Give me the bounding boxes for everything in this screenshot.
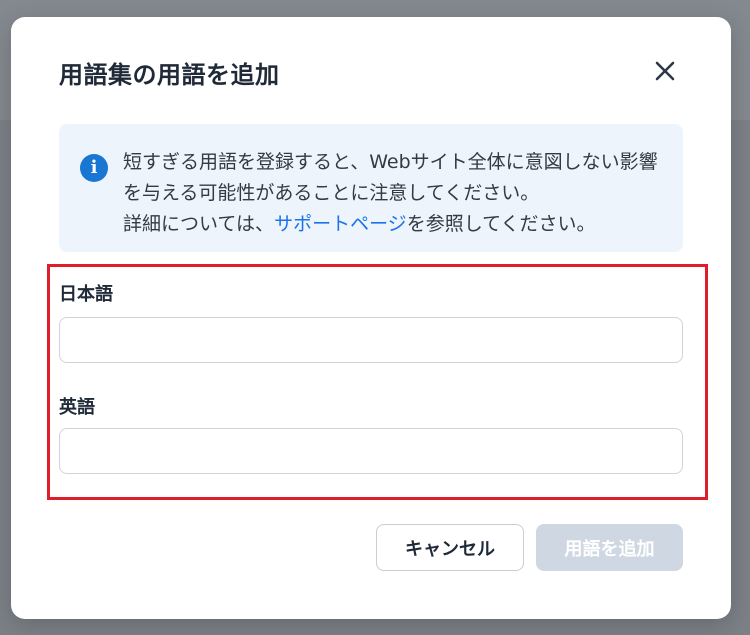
- info-notice-text-tail: を参照してください。: [406, 213, 596, 235]
- info-notice-text: 短すぎる用語を登録すると、Webサイト全体に意図しない影響を与える可能性があるこ…: [123, 147, 659, 240]
- close-icon: [655, 61, 675, 81]
- english-field-label: 英語: [59, 397, 95, 418]
- support-page-link[interactable]: サポートページ: [274, 213, 407, 235]
- close-button[interactable]: [649, 55, 681, 87]
- cancel-button[interactable]: キャンセル: [376, 524, 524, 571]
- english-term-input[interactable]: [59, 428, 683, 474]
- add-term-button[interactable]: 用語を追加: [536, 524, 683, 571]
- japanese-term-input[interactable]: [59, 317, 683, 363]
- japanese-field-label: 日本語: [59, 284, 113, 305]
- dialog-title: 用語集の用語を追加: [59, 61, 280, 89]
- info-notice: i 短すぎる用語を登録すると、Webサイト全体に意図しない影響を与える可能性があ…: [59, 124, 683, 252]
- info-icon: i: [80, 154, 108, 182]
